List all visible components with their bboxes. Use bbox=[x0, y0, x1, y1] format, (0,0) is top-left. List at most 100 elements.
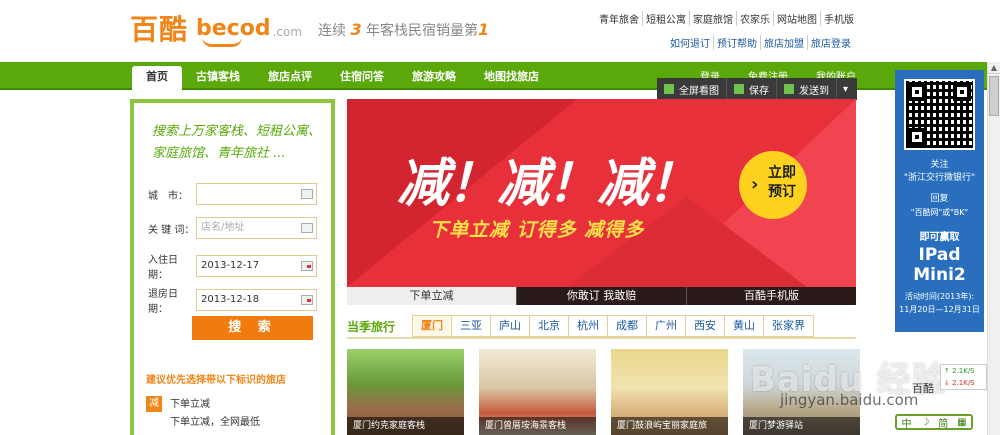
banner-tab-mobile[interactable]: 百酷手机版 bbox=[686, 287, 856, 305]
link-join[interactable]: 旅店加盟 bbox=[760, 35, 807, 50]
toplink-apartment[interactable]: 短租公寓 bbox=[642, 11, 689, 26]
calendar-icon[interactable] bbox=[301, 261, 313, 271]
fullscreen-icon bbox=[664, 84, 674, 94]
slogan-mid: 年客栈民宿销量第 bbox=[366, 23, 479, 39]
hotel-name: 厦门约克家庭客栈 bbox=[347, 417, 464, 435]
keyword-input[interactable]: 店名/地址 bbox=[196, 217, 317, 239]
qr-line1: 关注 bbox=[930, 160, 949, 170]
tip-title: 建议优先选择带以下标识的旅店 bbox=[146, 375, 286, 386]
main-nav: 首页 古镇客栈 旅店点评 住宿问答 旅游攻略 地图找旅店 bbox=[132, 66, 553, 90]
banner-tab-guarantee[interactable]: 你敢订 我敢赔 bbox=[516, 287, 686, 305]
city-input[interactable] bbox=[196, 183, 317, 205]
city-tab-chengdu[interactable]: 成都 bbox=[607, 315, 647, 337]
hotel-name: 厦门曾厝垵海景客栈 bbox=[479, 417, 596, 435]
fullscreen-button[interactable]: 全屏看图 bbox=[657, 78, 727, 100]
nav-reviews[interactable]: 旅店点评 bbox=[254, 66, 326, 90]
city-tab-sanya[interactable]: 三亚 bbox=[451, 315, 491, 337]
keyword-label: 关 键 词： bbox=[148, 224, 195, 236]
promo-sub: 下单立减，全网最低 bbox=[170, 417, 260, 428]
hotel-card[interactable]: 厦门鼓浪屿宝丽家庭旅 bbox=[611, 349, 728, 435]
city-tab-xian[interactable]: 西安 bbox=[685, 315, 725, 337]
hotel-card[interactable]: 厦门约克家庭客栈 bbox=[347, 349, 464, 435]
save-icon bbox=[734, 84, 744, 94]
link-help[interactable]: 预订帮助 bbox=[713, 35, 760, 50]
top-links: 青年旅舍 短租公寓 家庭旅馆 农家乐 网站地图 手机版 bbox=[596, 11, 857, 26]
page: 百酷 becod .com 连续 3 年客栈民宿销量第1 青年旅舍 短租公寓 家… bbox=[0, 0, 1000, 435]
help-links: 如何退订 预订帮助 旅店加盟 旅店登录 bbox=[667, 35, 854, 50]
toplink-hostel[interactable]: 青年旅舍 bbox=[596, 11, 642, 26]
nav-town-inn[interactable]: 古镇客栈 bbox=[182, 66, 254, 90]
send-icon bbox=[784, 84, 794, 94]
toplink-mobile[interactable]: 手机版 bbox=[820, 11, 857, 26]
banner-tab-discount[interactable]: 下单立减 bbox=[347, 287, 516, 305]
city-tab-huangshan[interactable]: 黄山 bbox=[724, 315, 764, 337]
city-tab-guangzhou[interactable]: 广州 bbox=[646, 315, 686, 337]
nav-qa[interactable]: 住宿问答 bbox=[326, 66, 398, 90]
city-tab-lushan[interactable]: 庐山 bbox=[490, 315, 530, 337]
link-refund[interactable]: 如何退订 bbox=[667, 35, 713, 50]
scroll-thumb[interactable] bbox=[989, 76, 999, 116]
checkin-input[interactable]: 2013-12-17 bbox=[196, 255, 317, 277]
nav-guides[interactable]: 旅游攻略 bbox=[398, 66, 470, 90]
chevron-down-icon[interactable]: ▾ bbox=[837, 84, 854, 95]
save-label: 保存 bbox=[749, 85, 769, 97]
scrollbar[interactable]: ▲ bbox=[987, 62, 1000, 435]
speed-widget: ↑ 2.1K/S ↓ 2.1K/S bbox=[940, 364, 987, 390]
checkin-label: 入住日期： bbox=[148, 255, 178, 281]
keyword-row: 关 键 词： 店名/地址 bbox=[148, 217, 317, 239]
smile-icon bbox=[202, 37, 243, 47]
calendar-icon[interactable] bbox=[301, 295, 313, 305]
hotel-name: 厦门梦游驿站 bbox=[743, 417, 860, 435]
link-hotel-login[interactable]: 旅店登录 bbox=[807, 35, 854, 50]
banner-subline: 下单立减 订得多 减得多 bbox=[429, 219, 645, 241]
nav-home[interactable]: 首页 bbox=[132, 66, 182, 90]
qr-line5: 即可赢取 bbox=[919, 232, 960, 243]
logo[interactable]: 百酷 becod .com bbox=[130, 8, 302, 48]
book-now-button[interactable]: › 立即 预订 bbox=[739, 151, 807, 219]
nav-map[interactable]: 地图找旅店 bbox=[470, 66, 553, 90]
logo-cn: 百酷 bbox=[130, 13, 189, 46]
qr-line3: 回复 bbox=[930, 194, 949, 204]
checkin-row: 入住日期： 2013-12-17 bbox=[148, 251, 317, 281]
slogan-n1: 3 bbox=[350, 20, 362, 39]
send-button[interactable]: 发送到 bbox=[777, 78, 837, 100]
qr-line2: "浙江交行微银行" bbox=[903, 173, 976, 183]
download-value: 2.1K/S bbox=[952, 379, 975, 387]
checkout-input[interactable]: 2013-12-18 bbox=[196, 289, 317, 311]
city-tab-beijing[interactable]: 北京 bbox=[529, 315, 569, 337]
qr-prize: IPad Mini2 bbox=[913, 245, 966, 285]
discount-icon: 减 bbox=[146, 396, 162, 412]
checkout-row: 退房日期： 2013-12-18 bbox=[148, 285, 317, 315]
checkin-value: 2013-12-17 bbox=[201, 260, 260, 271]
promo-banner[interactable]: 减！减！减！ 下单立减 订得多 减得多 › 立即 预订 bbox=[347, 99, 856, 287]
city-tab-xiamen[interactable]: 厦门 bbox=[412, 315, 452, 337]
toplink-family[interactable]: 家庭旅馆 bbox=[689, 11, 736, 26]
qr-finder bbox=[908, 128, 926, 146]
city-row: 城 市： bbox=[148, 183, 317, 205]
hotel-name: 厦门鼓浪屿宝丽家庭旅 bbox=[611, 417, 728, 435]
ime-simplified[interactable]: 简 bbox=[938, 415, 948, 430]
search-button[interactable]: 搜 索 bbox=[192, 316, 313, 340]
save-button[interactable]: 保存 bbox=[727, 78, 777, 100]
qr-finder bbox=[953, 83, 971, 101]
watermark-url: jingyan.baidu.com bbox=[780, 391, 919, 409]
hotel-card[interactable]: 厦门曾厝垵海景客栈 bbox=[479, 349, 596, 435]
scroll-up-icon[interactable]: ▲ bbox=[988, 62, 1000, 74]
city-tab-zhangjiajie[interactable]: 张家界 bbox=[763, 315, 814, 337]
toplink-farm[interactable]: 农家乐 bbox=[736, 11, 773, 26]
toplink-sitemap[interactable]: 网站地图 bbox=[773, 11, 820, 26]
banner-headline: 减！减！减！ bbox=[397, 154, 699, 214]
download-speed: ↓ 2.1K/S bbox=[944, 379, 975, 387]
city-tab-hangzhou[interactable]: 杭州 bbox=[568, 315, 608, 337]
ime-bar[interactable]: 中 ☽ 简 ▦ bbox=[895, 414, 973, 430]
keyboard-icon[interactable]: ▦ bbox=[957, 417, 966, 428]
banner-tabs: 下单立减 你敢订 我敢赔 百酷手机版 bbox=[347, 287, 856, 305]
dropdown-icon[interactable] bbox=[301, 189, 313, 199]
qr-ad[interactable]: 关注 "浙江交行微银行" 回复 "百酷网"或"BK" 即可赢取 IPad Min… bbox=[895, 70, 984, 332]
dropdown-icon[interactable] bbox=[301, 223, 313, 233]
logo-com: .com bbox=[272, 25, 303, 39]
season-label: 当季旅行 bbox=[347, 319, 396, 334]
checkout-label: 退房日期： bbox=[148, 289, 178, 315]
city-label: 城 市： bbox=[148, 190, 188, 202]
ime-mode[interactable]: 中 bbox=[901, 415, 911, 430]
